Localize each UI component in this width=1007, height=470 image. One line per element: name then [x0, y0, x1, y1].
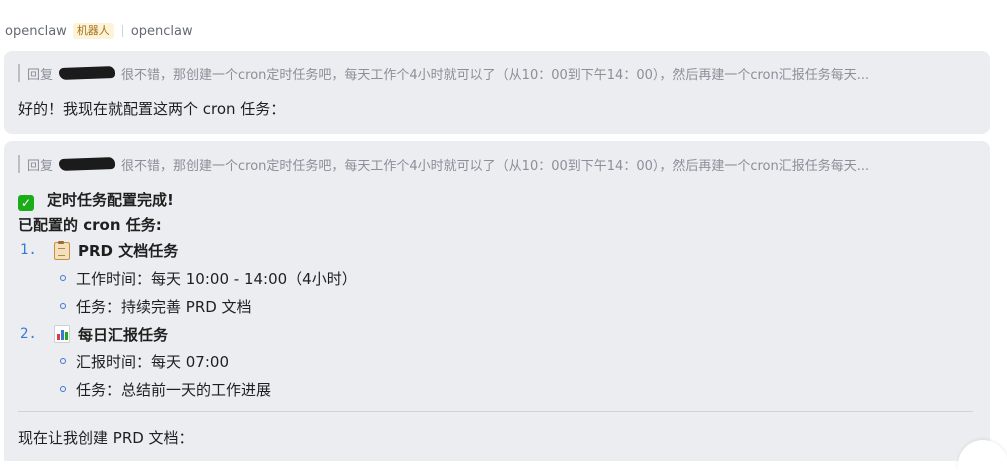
bullet-icon	[60, 275, 66, 281]
message-bubble-2[interactable]: 回复 很不错，那创建一个cron定时任务吧，每天工作个4小时就可以了（从10：0…	[4, 141, 990, 461]
checkmark-icon: ✓	[18, 195, 34, 211]
clipboard-icon	[54, 241, 70, 260]
divider	[18, 411, 973, 412]
task-title: PRD 文档任务	[78, 242, 179, 260]
app-name[interactable]: openclaw	[131, 24, 193, 39]
task-detail: 汇报时间：每天 07:00	[76, 353, 229, 371]
header-separator	[121, 25, 123, 37]
next-step-text: 现在让我创建 PRD 文档：	[18, 429, 194, 447]
task-detail: 任务：总结前一天的工作进展	[76, 381, 272, 399]
quote-text: 很不错，那创建一个cron定时任务吧，每天工作个4小时就可以了（从10：00到下…	[121, 158, 870, 174]
bot-badge: 机器人	[72, 23, 114, 39]
quote-text: 很不错，那创建一个cron定时任务吧，每天工作个4小时就可以了（从10：00到下…	[121, 67, 870, 83]
redacted-username	[58, 66, 116, 80]
task-detail: 工作时间：每天 10:00 - 14:00（4小时）	[76, 270, 357, 288]
redacted-username	[58, 157, 116, 171]
bullet-icon	[60, 386, 66, 392]
reply-label: 回复	[27, 158, 54, 174]
reply-label: 回复	[27, 67, 54, 83]
list-number: 1.	[20, 242, 37, 258]
task-title: 每日汇报任务	[78, 326, 169, 344]
configured-heading: 已配置的 cron 任务:	[18, 216, 162, 234]
bar-chart-icon	[54, 325, 70, 343]
message-text: 好的！我现在就配置这两个 cron 任务：	[18, 100, 286, 118]
message-header: openclaw 机器人 openclaw	[5, 22, 193, 40]
message-bubble-1[interactable]: 回复 很不错，那创建一个cron定时任务吧，每天工作个4小时就可以了（从10：0…	[4, 51, 990, 134]
list-number: 2.	[20, 326, 37, 342]
done-title: 定时任务配置完成!	[47, 191, 174, 209]
task-detail: 任务：持续完善 PRD 文档	[76, 298, 252, 316]
bullet-icon	[60, 358, 66, 364]
bullet-icon	[60, 303, 66, 309]
done-title-row: ✓ 定时任务配置完成!	[18, 189, 174, 211]
reply-quote[interactable]: 回复 很不错，那创建一个cron定时任务吧，每天工作个4小时就可以了（从10：0…	[18, 155, 869, 173]
sender-name[interactable]: openclaw	[5, 24, 67, 39]
reply-quote[interactable]: 回复 很不错，那创建一个cron定时任务吧，每天工作个4小时就可以了（从10：0…	[18, 64, 869, 82]
